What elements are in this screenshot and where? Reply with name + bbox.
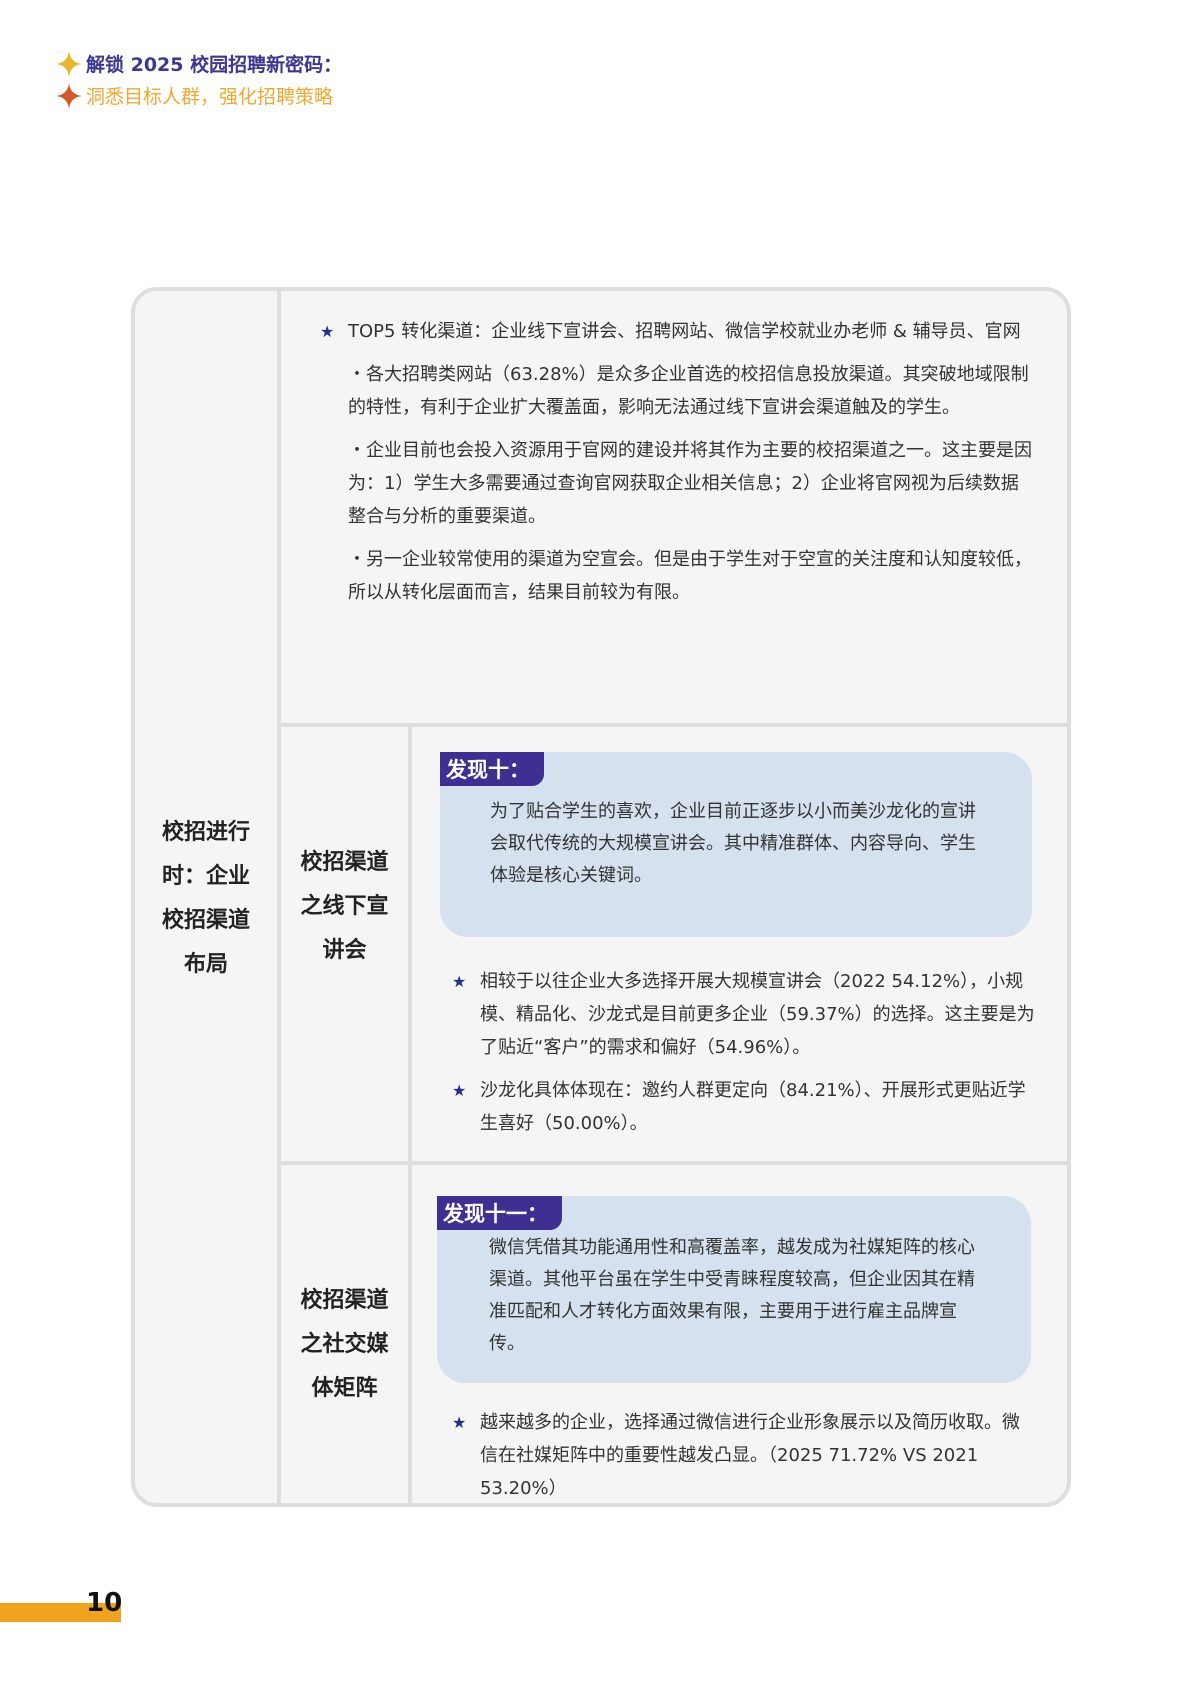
star-item: 沙龙化具体体现在：邀约人群更定向（84.21%）、开展形式更贴近学生喜好（50.… xyxy=(480,1080,1026,1134)
header-title: 解锁 2025 校园招聘新密码： xyxy=(56,50,342,77)
header-subtitle: 洞悉目标人群，强化招聘策略 xyxy=(56,82,333,109)
sparkle-icon xyxy=(56,50,82,77)
paragraph: ・企业目前也会投入资源用于官网的建设并将其作为主要的校招渠道之一。这主要是因为：… xyxy=(348,440,1032,527)
star-icon: ★ xyxy=(320,322,335,341)
divider xyxy=(408,723,412,1503)
label-line: 校招进行 xyxy=(161,820,250,845)
finding-10-box: 发现十： 为了贴合学生的喜欢，企业目前正逐步以小而美沙龙化的宣讲会取代传统的大规… xyxy=(440,752,1032,937)
paragraph: ・另一企业较常使用的渠道为空宣会。但是由于学生对于空宣的关注度和认知度较低，所以… xyxy=(348,549,1032,603)
star-icon: ★ xyxy=(452,972,467,991)
row2-items: ★ 相较于以往企业大多选择开展大规模宣讲会（2022 54.12%），小规模、精品… xyxy=(452,965,1036,1150)
label-line: 布局 xyxy=(183,952,228,977)
label-line: 时：企业 xyxy=(161,864,250,889)
sparkle-icon xyxy=(56,82,82,109)
label-line: 讲会 xyxy=(322,938,367,963)
finding-tag: 发现十一： xyxy=(437,1196,562,1230)
header-line1: 解锁 2025 校园招聘新密码： xyxy=(86,54,343,76)
label-line: 校招渠道 xyxy=(161,908,250,933)
paragraph: ・各大招聘类网站（63.28%）是众多企业首选的校招信息投放渠道。其突破地域限制… xyxy=(348,364,1029,418)
star-item: 越来越多的企业，选择通过微信进行企业形象展示以及简历收取。微信在社媒矩阵中的重要… xyxy=(480,1412,1020,1499)
label-line: 之线下宣 xyxy=(300,894,389,919)
finding-text: 为了贴合学生的喜欢，企业目前正逐步以小而美沙龙化的宣讲会取代传统的大规模宣讲会。… xyxy=(490,801,976,886)
star-icon: ★ xyxy=(452,1081,467,1100)
content-table: 校招进行 时：企业 校招渠道 布局 ★ TOP5 转化渠道：企业线下宣讲会、招聘网… xyxy=(131,287,1071,1507)
row2-label: 校招渠道 之线下宣 讲会 xyxy=(281,841,408,973)
label-line: 校招渠道 xyxy=(300,1288,389,1313)
finding-text: 微信凭借其功能通用性和高覆盖率，越发成为社媒矩阵的核心渠道。其他平台虽在学生中受… xyxy=(489,1237,975,1354)
row3-label: 校招渠道 之社交媒 体矩阵 xyxy=(281,1279,408,1411)
divider xyxy=(281,723,1067,727)
label-line: 之社交媒 xyxy=(300,1332,389,1357)
page-number: 10 xyxy=(86,1588,123,1618)
finding-tag: 发现十： xyxy=(440,752,544,786)
section-label: 校招进行 时：企业 校招渠道 布局 xyxy=(135,811,277,987)
star-icon: ★ xyxy=(452,1413,467,1432)
label-line: 体矩阵 xyxy=(311,1376,378,1401)
row1-content: ★ TOP5 转化渠道：企业线下宣讲会、招聘网站、微信学校就业办老师 & 辅导员、… xyxy=(320,315,1036,619)
star-item: 相较于以往企业大多选择开展大规模宣讲会（2022 54.12%），小规模、精品化… xyxy=(480,971,1035,1058)
header-line2: 洞悉目标人群，强化招聘策略 xyxy=(86,86,334,108)
finding-11-box: 发现十一： 微信凭借其功能通用性和高覆盖率，越发成为社媒矩阵的核心渠道。其他平台… xyxy=(437,1196,1031,1383)
row3-items: ★ 越来越多的企业，选择通过微信进行企业形象展示以及简历收取。微信在社媒矩阵中的重… xyxy=(452,1406,1036,1515)
label-line: 校招渠道 xyxy=(300,850,389,875)
divider xyxy=(281,1161,1067,1165)
star-item: TOP5 转化渠道：企业线下宣讲会、招聘网站、微信学校就业办老师 & 辅导员、官… xyxy=(348,321,1021,342)
